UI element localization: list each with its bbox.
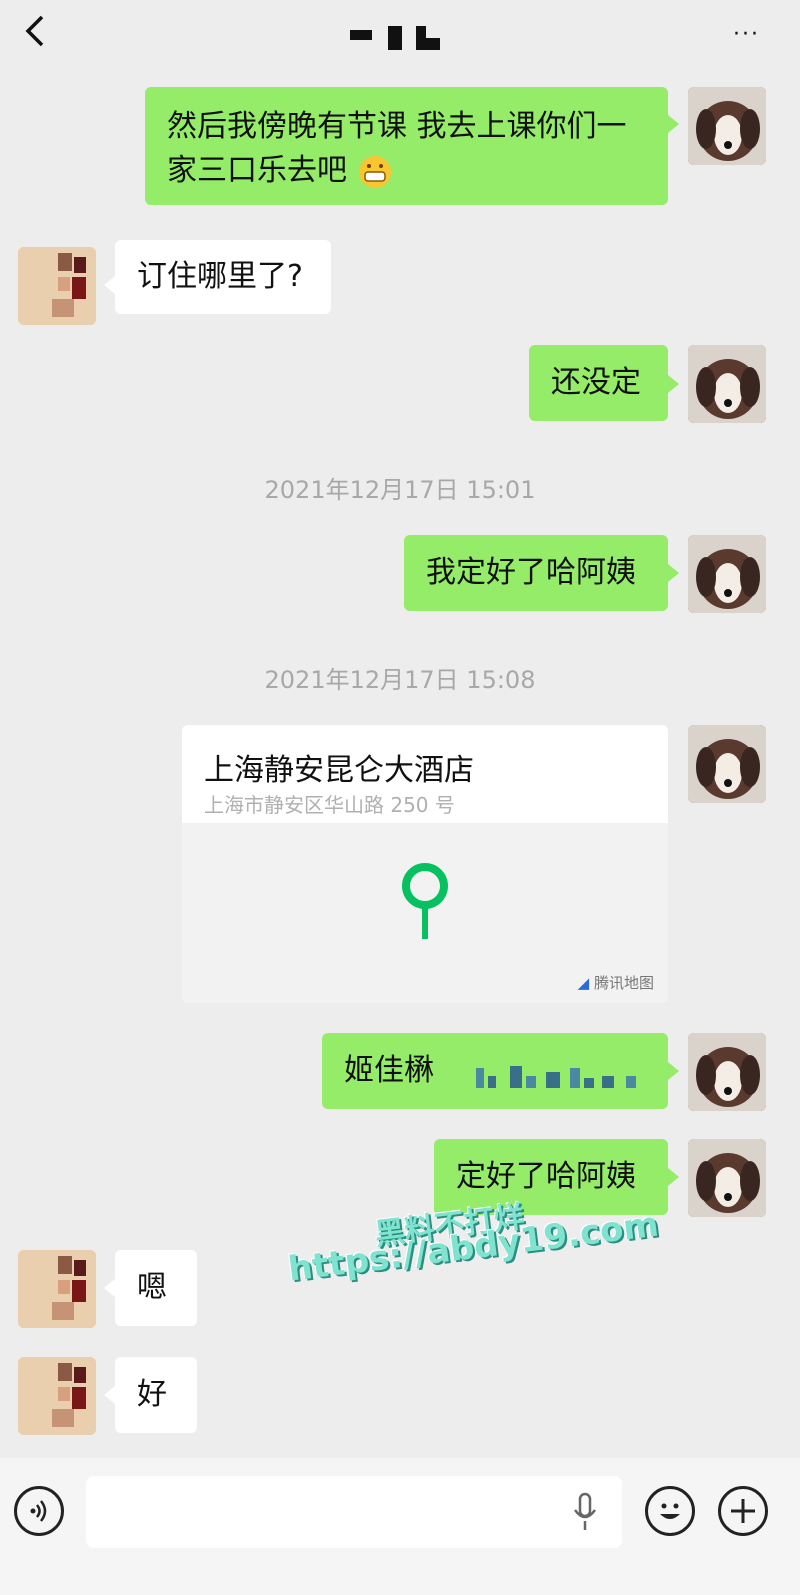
my-avatar[interactable] [688, 345, 766, 423]
message-bubble-sent[interactable]: 还没定 [529, 345, 668, 421]
my-avatar[interactable] [688, 725, 766, 803]
message-text: 还没定 [551, 365, 641, 400]
message-bubble-received[interactable]: 订住哪里了? [115, 240, 331, 314]
bubble-tail [668, 375, 679, 393]
input-bar [0, 1458, 800, 1595]
location-name: 上海静安昆仑大酒店 [204, 753, 474, 788]
message-text: 我定好了哈阿姨 [426, 555, 636, 590]
message-text: 然后我傍晚有节课 我去上课你们一家三口乐去吧 [167, 109, 627, 188]
message-input[interactable] [86, 1476, 622, 1548]
redacted-text [466, 1057, 646, 1088]
message-text: 姬佳楙 [344, 1053, 434, 1088]
emoji-icon[interactable] [645, 1486, 695, 1536]
bubble-tail [668, 564, 679, 582]
message-text: 好 [137, 1377, 167, 1412]
contact-name-redacted [350, 24, 442, 52]
message-bubble-sent[interactable]: 然后我傍晚有节课 我去上课你们一家三口乐去吧 [145, 87, 668, 205]
message-bubble-sent[interactable]: 我定好了哈阿姨 [404, 535, 668, 611]
voice-icon[interactable] [14, 1486, 64, 1536]
microphone-icon[interactable] [572, 1492, 598, 1532]
bubble-tail [104, 276, 115, 294]
message-text: 嗯 [137, 1270, 167, 1305]
contact-avatar[interactable] [18, 1250, 96, 1328]
timestamp: 2021年12月17日 15:08 [264, 666, 536, 694]
bubble-tail [104, 1386, 115, 1404]
location-card[interactable]: 上海静安昆仑大酒店 上海市静安区华山路 250 号 ◢ 腾讯地图 [182, 725, 668, 1003]
message-text: 定好了哈阿姨 [456, 1159, 636, 1194]
timestamp: 2021年12月17日 15:01 [264, 476, 536, 504]
top-bar: ··· [0, 0, 800, 70]
contact-avatar[interactable] [18, 247, 96, 325]
more-options-icon[interactable]: ··· [733, 22, 760, 47]
bubble-tail [668, 1168, 679, 1186]
grinning-face-icon [357, 154, 393, 190]
bubble-tail [668, 115, 679, 133]
tencent-map-icon: ◢ [577, 974, 590, 992]
my-avatar[interactable] [688, 1033, 766, 1111]
bubble-tail [668, 1062, 679, 1080]
location-address: 上海市静安区华山路 250 号 [204, 793, 455, 817]
contact-avatar[interactable] [18, 1357, 96, 1435]
location-map: ◢ 腾讯地图 [182, 823, 668, 1003]
message-text: 订住哪里了? [137, 259, 303, 294]
plus-icon[interactable] [718, 1486, 768, 1536]
bubble-tail [104, 1279, 115, 1297]
map-pin-icon [402, 863, 448, 939]
my-avatar[interactable] [688, 535, 766, 613]
message-bubble-received[interactable]: 嗯 [115, 1250, 197, 1326]
message-bubble-received[interactable]: 好 [115, 1357, 197, 1433]
my-avatar[interactable] [688, 1139, 766, 1217]
my-avatar[interactable] [688, 87, 766, 165]
message-bubble-sent[interactable]: 姬佳楙 [322, 1033, 668, 1109]
chevron-left-icon[interactable] [20, 14, 50, 48]
map-source-label: ◢ 腾讯地图 [577, 974, 654, 992]
